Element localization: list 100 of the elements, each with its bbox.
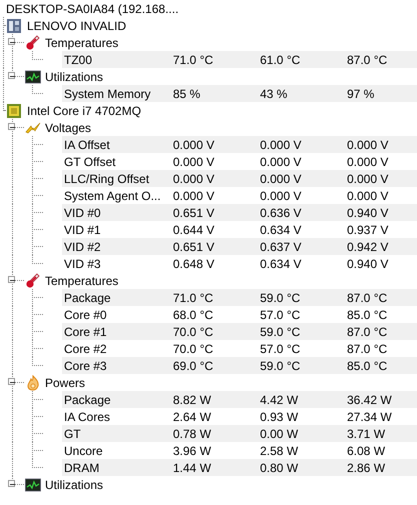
group-name: Temperatures [45, 36, 118, 50]
sensor-value: 0.000 V [259, 154, 302, 168]
collapse-button[interactable] [8, 38, 15, 45]
sensor-name: LLC/Ring Offset [63, 172, 150, 186]
sensor-name: Core #0 [63, 308, 108, 322]
sensor-name: GT Offset [63, 154, 117, 168]
sensor-value: 87.0 °C [346, 342, 388, 356]
sensor-value: 36.42 W [346, 392, 393, 406]
collapse-button[interactable] [8, 72, 15, 79]
sensor-value: 0.940 V [346, 256, 390, 270]
sensor-name: VID #1 [63, 222, 102, 236]
sensor-value: 85.0 °C [346, 308, 388, 322]
monitor-graph-icon [24, 478, 40, 492]
sensor-name: IA Cores [63, 410, 112, 424]
sensor-value: 0.000 V [259, 188, 302, 202]
sensor-value: 3.96 W [172, 444, 212, 458]
sensor-value: 57.0 °C [259, 308, 302, 322]
sensor-value: 0.940 V [346, 206, 390, 220]
sensor-value: 0.634 V [259, 256, 302, 270]
sensor-value: 85.0 °C [346, 358, 388, 372]
sensor-value: 59.0 °C [259, 290, 302, 304]
collapse-button[interactable] [8, 480, 15, 487]
sensor-value: 68.0 °C [172, 308, 214, 322]
flame-icon [26, 374, 40, 390]
device-name: LENOVO INVALID [27, 18, 126, 32]
sensor-value: 85 % [172, 86, 202, 100]
sensor-name: Core #1 [63, 324, 108, 338]
lightning-icon [24, 122, 40, 134]
sensor-name: VID #0 [63, 206, 102, 220]
sensor-value: 0.000 V [172, 138, 216, 152]
sensor-value: 0.000 V [172, 172, 216, 186]
sensor-value: 0.80 W [259, 460, 300, 474]
motherboard-icon [6, 18, 22, 34]
sensor-value: 27.34 W [346, 410, 393, 424]
sensor-value: 0.651 V [172, 240, 216, 254]
group-name: Powers [45, 376, 86, 390]
sensor-value: 3.71 W [346, 426, 386, 440]
sensor-value: 71.0 °C [172, 52, 214, 66]
sensor-value: 0.78 W [172, 426, 212, 440]
group-name: Temperatures [45, 274, 118, 288]
sensor-value: 59.0 °C [259, 324, 302, 338]
sensor-value: 0.937 V [346, 222, 390, 236]
sensor-value: 4.42 W [259, 392, 300, 406]
collapse-button[interactable] [8, 276, 15, 283]
device-name: Intel Core i7 4702MQ [27, 104, 142, 118]
sensor-value: 0.942 V [346, 240, 390, 254]
sensor-name: Core #2 [63, 342, 108, 356]
chip-icon [6, 102, 22, 118]
thermometer-icon [24, 34, 40, 50]
collapse-button[interactable] [8, 123, 15, 130]
group-name: Utilizations [45, 70, 104, 84]
sensor-value: 71.0 °C [172, 290, 214, 304]
sensor-value: 0.93 W [259, 410, 300, 424]
sensor-name: DRAM [63, 460, 100, 474]
sensor-value: 87.0 °C [346, 52, 388, 66]
thermometer-icon [24, 272, 40, 288]
sensor-value: 43 % [259, 86, 288, 100]
sensor-name: Uncore [63, 444, 104, 458]
sensor-name: System Memory [63, 86, 152, 100]
sensor-value: 0.651 V [172, 206, 216, 220]
sensor-value: 0.648 V [172, 256, 216, 270]
sensor-value: 87.0 °C [346, 324, 388, 338]
sensor-value: 69.0 °C [172, 358, 214, 372]
sensor-value: 6.08 W [346, 444, 386, 458]
sensor-value: 0.636 V [259, 206, 302, 220]
sensor-name: VID #2 [63, 240, 102, 254]
sensor-value: 57.0 °C [259, 342, 302, 356]
sensor-value: 0.644 V [172, 222, 216, 236]
group-name: Utilizations [45, 478, 104, 492]
sensor-value: 97 % [346, 86, 376, 100]
sensor-name: System Agent O... [63, 188, 162, 202]
sensor-value: 87.0 °C [346, 290, 388, 304]
sensor-value: 2.64 W [172, 410, 212, 424]
sensor-value: 70.0 °C [172, 342, 214, 356]
sensor-value: 59.0 °C [259, 358, 302, 372]
sensor-value: 0.000 V [346, 154, 390, 168]
sensor-value: 0.000 V [346, 138, 390, 152]
sensor-name: TZ00 [63, 52, 94, 66]
group-name: Voltages [45, 120, 92, 134]
sensor-value: 0.000 V [172, 154, 216, 168]
sensor-value: 0.634 V [259, 222, 302, 236]
sensor-value: 2.86 W [346, 460, 386, 474]
sensor-value: 0.000 V [346, 172, 390, 186]
collapse-button[interactable] [8, 378, 15, 385]
sensor-value: 8.82 W [172, 392, 212, 406]
sensor-value: 2.58 W [259, 444, 300, 458]
sensor-value: 0.000 V [346, 188, 390, 202]
monitor-graph-icon [24, 70, 40, 84]
sensor-value: 0.00 W [259, 426, 300, 440]
sensor-name: VID #3 [63, 256, 102, 270]
computer-name: DESKTOP-SA0IA84 (192.168.... [6, 2, 179, 16]
sensor-value: 0.000 V [259, 138, 302, 152]
sensor-value: 1.44 W [172, 460, 212, 474]
sensor-value: 0.000 V [259, 172, 302, 186]
sensor-value: 0.000 V [172, 188, 216, 202]
sensor-name: GT [63, 426, 82, 440]
sensor-value: 0.637 V [259, 240, 302, 254]
sensor-name: Package [63, 290, 112, 304]
sensor-name: Package [63, 392, 112, 406]
sensor-name: IA Offset [63, 138, 111, 152]
